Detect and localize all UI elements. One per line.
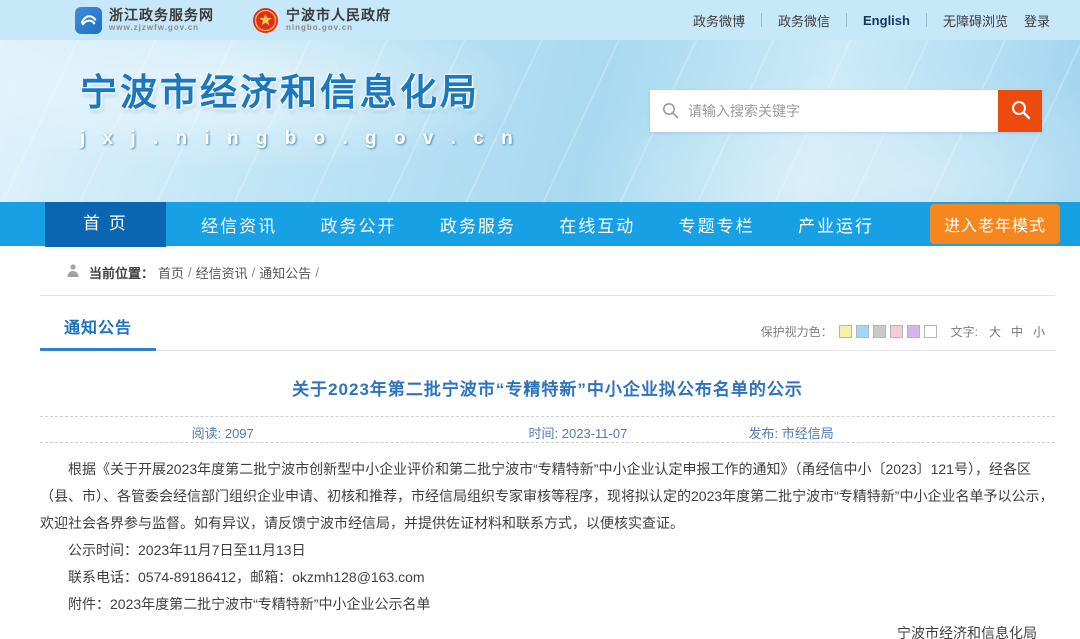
site-title: 宁波市经济和信息化局 [80, 62, 519, 116]
article-title: 关于2023年第二批宁波市“专精特新”中小企业拟公布名单的公示 [40, 375, 1055, 400]
publish-time: 时间: 2023-11-07 [529, 423, 628, 442]
breadcrumb: 当前位置： 首页 / 经信资讯 / 通知公告 / [40, 246, 1055, 296]
nav-item-online-interaction[interactable]: 在线互动 [551, 202, 643, 246]
link-accessibility[interactable]: 无障碍浏览 [943, 11, 1008, 30]
eye-protect-label: 保护视力色： [761, 323, 833, 340]
read-count: 阅读: 2097 [192, 423, 254, 442]
paragraph: 根据《关于开展2023年度第二批宁波市创新型中小企业评价和第二批宁波市“专精特新… [40, 456, 1055, 537]
site-url: j x j . n i n g b o . g o v . c n [80, 128, 519, 150]
search-bar [650, 90, 1042, 132]
paragraph-attachment-note: 附件：2023年度第二批宁波市“专精特新”中小企业公示名单 [40, 591, 1055, 618]
breadcrumb-label: 当前位置： [89, 263, 154, 282]
signature-block: 宁波市经济和信息化局 2023年11月6日 [40, 620, 1055, 639]
divider [846, 13, 847, 27]
breadcrumb-separator: / [252, 265, 256, 280]
site-banner: 宁波市经济和信息化局 j x j . n i n g b o . g o v .… [0, 40, 1080, 202]
nav-item-special-columns[interactable]: 专题专栏 [671, 202, 763, 246]
search-button[interactable] [998, 90, 1042, 132]
eye-color-pink[interactable] [890, 325, 903, 338]
tab-notices[interactable]: 通知公告 [40, 310, 156, 351]
nav-item-industry-operation[interactable]: 产业运行 [790, 202, 882, 246]
main-nav: 首 页 经信资讯 政务公开 政务服务 在线互动 专题专栏 产业运行 进入老年模式 [0, 202, 1080, 246]
search-icon [662, 102, 679, 124]
divider [926, 13, 927, 27]
nav-item-home[interactable]: 首 页 [45, 195, 166, 247]
article-meta: 阅读: 2097 时间: 2023-11-07 发布: 市经信局 [40, 416, 1055, 443]
eye-color-white[interactable] [924, 325, 937, 338]
nav-item-gov-services[interactable]: 政务服务 [432, 202, 524, 246]
divider [761, 13, 762, 27]
section-toolbar: 通知公告 保护视力色： 文字: 大 中 小 [40, 310, 1055, 351]
breadcrumb-separator: / [315, 265, 319, 280]
breadcrumb-notices[interactable]: 通知公告 [259, 263, 311, 282]
breadcrumb-jingxin-news[interactable]: 经信资讯 [196, 263, 248, 282]
signature-org: 宁波市经济和信息化局 [40, 620, 1037, 639]
ningbo-gov-logo[interactable]: 宁波市人民政府 ningbo.gov.cn [252, 7, 391, 34]
location-icon [65, 263, 81, 282]
eye-color-gray[interactable] [873, 325, 886, 338]
paragraph-publicity-period: 公示时间：2023年11月7日至11月13日 [40, 537, 1055, 564]
national-emblem-icon [252, 7, 279, 34]
top-links: 政务微博 政务微信 English 无障碍浏览 登录 [693, 11, 1050, 30]
page-content: 当前位置： 首页 / 经信资讯 / 通知公告 / 通知公告 保护视力色： 文字:… [40, 246, 1055, 639]
paragraph-contact: 联系电话：0574-89186412，邮箱：okzmh128@163.com [40, 564, 1055, 591]
nav-item-jingxin-news[interactable]: 经信资讯 [193, 202, 285, 246]
font-size-label: 文字: [951, 323, 978, 340]
article-body: 根据《关于开展2023年度第二批宁波市创新型中小企业评价和第二批宁波市“专精特新… [40, 456, 1055, 618]
zhejiang-logo-icon [75, 7, 102, 34]
ningbo-logo-title: 宁波市人民政府 [286, 8, 391, 23]
breadcrumb-home[interactable]: 首页 [158, 263, 184, 282]
link-gov-weibo[interactable]: 政务微博 [693, 11, 745, 30]
font-size-large[interactable]: 大 [989, 323, 1001, 340]
elder-mode-button[interactable]: 进入老年模式 [930, 204, 1060, 244]
zhejiang-logo-title: 浙江政务服务网 [109, 8, 214, 23]
link-login[interactable]: 登录 [1024, 11, 1050, 30]
font-size-medium[interactable]: 中 [1011, 323, 1023, 340]
font-size-small[interactable]: 小 [1033, 323, 1045, 340]
eye-color-blue[interactable] [856, 325, 869, 338]
search-button-icon [1010, 99, 1031, 123]
publisher: 发布: 市经信局 [748, 423, 833, 442]
search-input[interactable] [650, 90, 998, 132]
nav-item-gov-disclosure[interactable]: 政务公开 [312, 202, 404, 246]
eye-color-purple[interactable] [907, 325, 920, 338]
breadcrumb-separator: / [188, 265, 192, 280]
eye-color-yellow[interactable] [839, 325, 852, 338]
link-gov-wechat[interactable]: 政务微信 [778, 11, 830, 30]
zhejiang-logo-url: www.zjzwfw.gov.cn [109, 23, 214, 32]
link-english[interactable]: English [863, 13, 910, 28]
view-controls: 保护视力色： 文字: 大 中 小 [761, 323, 1050, 340]
ningbo-logo-url: ningbo.gov.cn [286, 23, 391, 32]
top-utility-bar: 浙江政务服务网 www.zjzwfw.gov.cn 宁波市人民政府 ningbo… [0, 0, 1080, 40]
zhejiang-gov-logo[interactable]: 浙江政务服务网 www.zjzwfw.gov.cn [75, 7, 214, 34]
